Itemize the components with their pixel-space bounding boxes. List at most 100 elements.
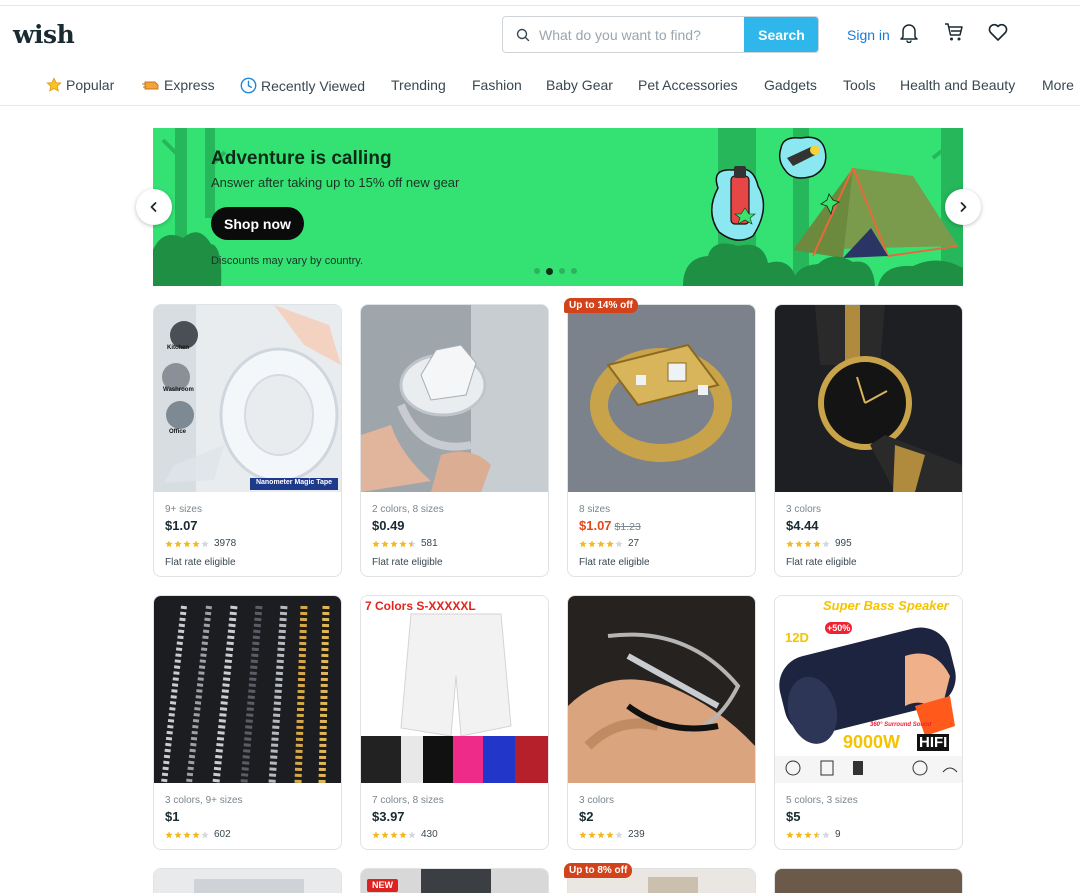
- star-icon: [795, 539, 803, 547]
- product-card[interactable]: 8 sizes $1.07 $1.23 27 Flat rate eligible: [567, 304, 756, 577]
- nav-baby-gear[interactable]: Baby Gear: [546, 77, 613, 93]
- rating-count: 602: [214, 829, 231, 840]
- star-icon: [579, 830, 587, 838]
- nav-label: Pet Accessories: [638, 77, 738, 93]
- product-price: $1.07: [165, 518, 198, 533]
- bell-icon[interactable]: [898, 21, 920, 43]
- image-label: 12D: [785, 630, 809, 645]
- flat-rate-label: Flat rate eligible: [165, 557, 236, 568]
- product-variants: 3 colors, 9+ sizes: [165, 795, 243, 806]
- product-image-chains[interactable]: [154, 596, 341, 783]
- rating-stars: [579, 539, 623, 548]
- rating-count: 995: [835, 538, 852, 549]
- star-icon: [192, 539, 200, 547]
- discount-badge: Up to 14% off: [564, 298, 638, 313]
- nav-label: Baby Gear: [546, 77, 613, 93]
- carousel-next-button[interactable]: [945, 189, 981, 225]
- star-icon: [174, 830, 182, 838]
- nav-label: Fashion: [472, 77, 522, 93]
- product-image-ring[interactable]: [361, 305, 548, 492]
- nav-label: Health and Beauty: [900, 77, 1016, 93]
- carousel-dot[interactable]: [559, 268, 565, 274]
- rating-stars: [579, 830, 623, 839]
- product-card[interactable]: NEW: [360, 868, 549, 893]
- star-icon: [408, 539, 416, 547]
- star-icon: [174, 539, 182, 547]
- product-image-shorts[interactable]: 7 Colors S-XXXXXL: [361, 596, 548, 783]
- nav-more[interactable]: More: [1042, 77, 1074, 93]
- product-price: $2: [579, 809, 594, 824]
- carousel-prev-button[interactable]: [136, 189, 172, 225]
- nav-label: Express: [164, 77, 215, 93]
- star-icon: [381, 830, 389, 838]
- star-icon: [813, 830, 821, 838]
- star-icon: [786, 539, 794, 547]
- star-icon: [804, 539, 812, 547]
- rating-stars: [372, 830, 416, 839]
- shop-now-button[interactable]: Shop now: [211, 207, 304, 240]
- product-card[interactable]: 3 colors $2 239: [567, 595, 756, 850]
- product-price: $4.44: [786, 518, 819, 533]
- product-image-partial[interactable]: [775, 869, 962, 893]
- nav-label: More: [1042, 77, 1074, 93]
- search-bar: Search: [502, 16, 819, 53]
- nav-recently-viewed[interactable]: Recently Viewed: [240, 77, 365, 94]
- nav-health-and-beauty[interactable]: Health and Beauty: [900, 77, 1015, 93]
- product-card[interactable]: [774, 868, 963, 893]
- search-input[interactable]: [539, 17, 739, 52]
- star-icon: [399, 539, 407, 547]
- product-image-partial[interactable]: [154, 869, 341, 893]
- rating-stars: [165, 539, 209, 548]
- promo-banner[interactable]: Adventure is calling Answer after taking…: [153, 128, 963, 286]
- signin-link[interactable]: Sign in: [847, 27, 890, 43]
- product-image-watch[interactable]: [775, 305, 962, 492]
- product-card[interactable]: Kitchen Washroom Office Nanometer Magic …: [153, 304, 342, 577]
- product-card[interactable]: 7 Colors S-XXXXXL 7 colors, 8 sizes $3.9…: [360, 595, 549, 850]
- product-card[interactable]: 2 colors, 8 sizes $0.49 581 Flat rate el…: [360, 304, 549, 577]
- product-image-speaker[interactable]: Super Bass Speaker 12D +50% 360° Surroun…: [775, 596, 962, 783]
- carousel-dot[interactable]: [534, 268, 540, 274]
- nav-tools[interactable]: Tools: [843, 77, 876, 93]
- discount-badge: Up to 8% off: [564, 863, 633, 878]
- star-icon: [399, 830, 407, 838]
- product-image-mini-crossbow[interactable]: [568, 596, 755, 783]
- star-icon: [822, 830, 830, 838]
- star-icon: [597, 830, 605, 838]
- original-price: $1.23: [614, 521, 641, 533]
- nav-fashion[interactable]: Fashion: [472, 77, 522, 93]
- nav-label: Trending: [391, 77, 446, 93]
- star-icon: [606, 539, 614, 547]
- product-variants: 2 colors, 8 sizes: [372, 504, 444, 515]
- cart-icon[interactable]: [943, 21, 965, 43]
- carousel-dot-active[interactable]: [546, 267, 553, 275]
- product-card[interactable]: 3 colors $4.44 995 Flat rate eligible: [774, 304, 963, 577]
- rating-count: 581: [421, 538, 438, 549]
- product-variants: 8 sizes: [579, 504, 611, 515]
- product-rating: 9: [786, 829, 841, 840]
- nav-gadgets[interactable]: Gadgets: [764, 77, 817, 93]
- product-variants: 3 colors: [786, 504, 822, 515]
- nav-pet-accessories[interactable]: Pet Accessories: [638, 77, 738, 93]
- wish-logo[interactable]: wish: [13, 20, 75, 49]
- nav-popular[interactable]: Popular: [46, 77, 114, 93]
- flat-rate-label: Flat rate eligible: [372, 557, 443, 568]
- star-icon: [46, 77, 62, 92]
- search-button[interactable]: Search: [744, 17, 818, 52]
- product-card[interactable]: 3 colors, 9+ sizes $1 602: [153, 595, 342, 850]
- product-variants: 3 colors: [579, 795, 615, 806]
- product-card[interactable]: Super Bass Speaker 12D +50% 360° Surroun…: [774, 595, 963, 850]
- carousel-dot[interactable]: [571, 268, 577, 274]
- rating-count: 239: [628, 829, 645, 840]
- product-card[interactable]: [153, 868, 342, 893]
- rating-stars: [165, 830, 209, 839]
- nav-label: Tools: [843, 77, 876, 93]
- star-icon: [615, 830, 623, 838]
- star-icon: [165, 539, 173, 547]
- banner-subtitle: Answer after taking up to 15% off new ge…: [211, 175, 460, 190]
- nav-express[interactable]: Express: [142, 77, 215, 93]
- rating-count: 27: [628, 538, 640, 549]
- heart-icon[interactable]: [987, 21, 1009, 43]
- nav-trending[interactable]: Trending: [391, 77, 446, 93]
- product-image-gold-ring[interactable]: [568, 305, 755, 492]
- product-image-tape[interactable]: Kitchen Washroom Office Nanometer Magic …: [154, 305, 341, 492]
